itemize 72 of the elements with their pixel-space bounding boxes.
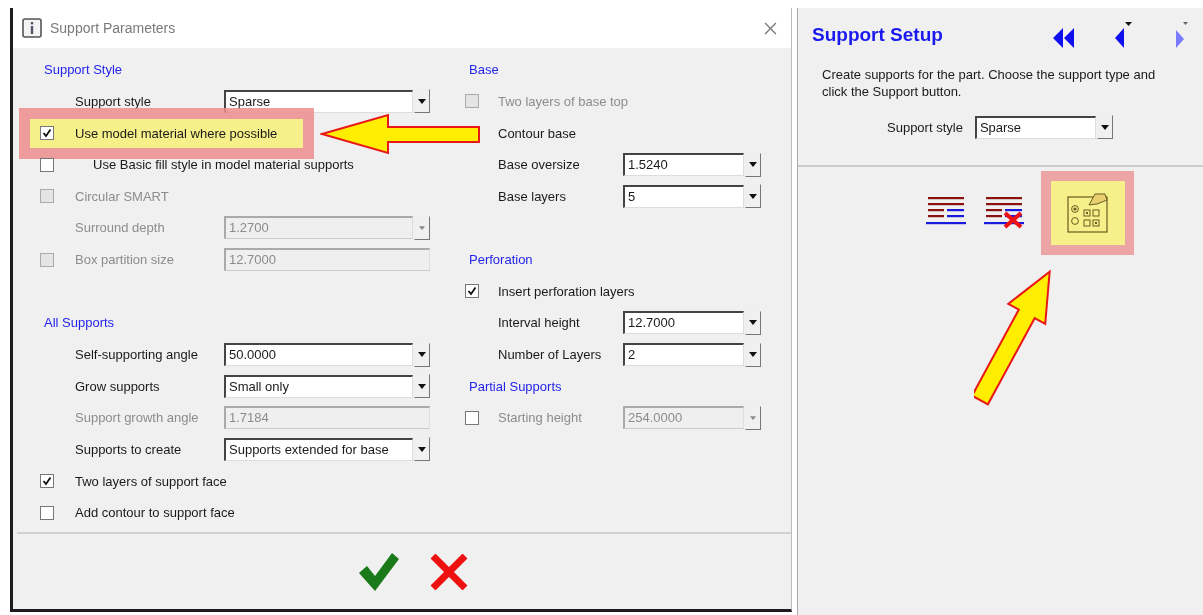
option-label: Support style [75, 93, 151, 109]
option-label: Use model material where possible [75, 125, 278, 141]
combo-field[interactable]: Sparse [224, 89, 413, 113]
caret-icon [418, 446, 426, 452]
combo-field[interactable]: 1.5240 [623, 153, 744, 177]
checkbox[interactable] [40, 157, 54, 172]
option-label: Use Basic fill style in model material supports [93, 157, 354, 173]
caret-icon [749, 162, 757, 168]
dialog-title: Support Parameters [50, 20, 177, 36]
striped-lines-x-icon[interactable] [983, 196, 1025, 230]
checkbox[interactable] [40, 126, 54, 141]
dropdown-button[interactable] [414, 437, 430, 462]
option-label: Insert perforation layers [498, 283, 635, 299]
option-label: Two layers of base top [498, 93, 629, 109]
instruction-text: Create supports for the part. Choose the support type and click the Support button. [822, 66, 1157, 100]
option-label: Contour base [498, 125, 577, 141]
caret-icon [419, 225, 425, 230]
caret-icon [750, 415, 756, 420]
dropdown-button[interactable] [1096, 115, 1113, 139]
caret-icon [749, 193, 757, 199]
dropdown-button[interactable] [414, 374, 430, 399]
caret-icon [418, 352, 426, 358]
close-icon[interactable] [764, 21, 777, 35]
caret-icon [749, 352, 757, 358]
options-panel-icon[interactable] [1066, 192, 1109, 234]
checkbox[interactable] [465, 284, 479, 299]
right-arrow-icon[interactable] [1173, 22, 1189, 48]
combo-field[interactable]: Small only [224, 374, 413, 398]
option-label: Box partition size [75, 252, 174, 268]
option-label: Support style [887, 119, 963, 135]
dropdown-button[interactable] [745, 310, 761, 335]
panel-title: Support Setup [812, 24, 943, 46]
section-heading: Base [468, 62, 500, 78]
combo-field[interactable]: Sparse [974, 115, 1096, 139]
section-heading: All Supports [43, 315, 116, 331]
dropdown-button[interactable] [745, 342, 761, 367]
section-heading: Support Style [43, 62, 124, 78]
cancel-x-button[interactable] [429, 553, 469, 590]
dropdown-button[interactable] [414, 342, 430, 367]
section-heading: Partial Supports [468, 378, 563, 394]
caret-icon [749, 320, 757, 326]
option-label: Self-supporting angle [75, 347, 198, 363]
checkbox[interactable] [40, 505, 54, 520]
info-icon [22, 18, 42, 38]
dropdown-button[interactable] [745, 152, 761, 177]
dropdown-button[interactable] [745, 184, 761, 209]
option-label: Base oversize [498, 157, 580, 173]
checkmark-button[interactable] [359, 552, 399, 591]
option-label: Number of Layers [498, 347, 602, 363]
option-label: Surround depth [75, 220, 165, 236]
double-left-arrow-icon[interactable] [1053, 28, 1075, 48]
option-label: Add contour to support face [75, 505, 235, 521]
section-heading: Perforation [468, 252, 534, 268]
option-label: Support growth angle [75, 410, 199, 426]
combo-field[interactable]: 50.0000 [224, 343, 413, 367]
left-arrow-icon[interactable] [1115, 22, 1133, 48]
option-label: Two layers of support face [75, 473, 227, 489]
combo-field[interactable]: 5 [623, 184, 744, 208]
caret-icon [418, 383, 426, 389]
option-label: Supports to create [75, 441, 182, 457]
combo-field[interactable]: 12.7000 [623, 311, 744, 335]
checkbox[interactable] [40, 474, 54, 489]
caret-icon [418, 98, 426, 104]
option-label: Grow supports [75, 378, 160, 394]
combo-field[interactable]: 2 [623, 343, 744, 367]
caret-icon [1100, 124, 1109, 130]
option-label: Interval height [498, 315, 580, 331]
combo-field[interactable]: Supports extended for base [224, 437, 413, 461]
dropdown-button[interactable] [414, 89, 430, 114]
option-label: Circular SMART [75, 188, 169, 204]
option-label: Starting height [498, 410, 582, 426]
option-label: Base layers [498, 188, 566, 204]
